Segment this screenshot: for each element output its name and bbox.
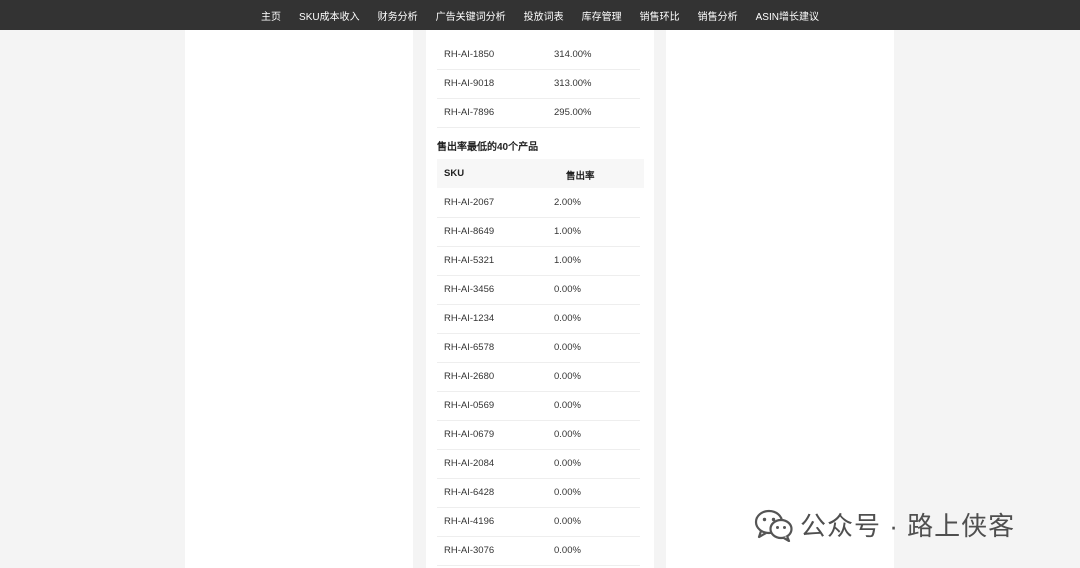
table-row: RH-AI-2084 0.00% [437,449,640,479]
rate-cell: 314.00% [554,49,592,60]
table-row: RH-AI-7896 295.00% [437,98,640,128]
right-panel [666,30,894,568]
nav-item-home[interactable]: 主页 [261,8,281,23]
table-row: RH-AI-0679 0.00% [437,420,640,450]
sku-cell: RH-AI-6578 [444,342,495,353]
rate-cell: 0.00% [554,371,581,382]
rate-cell: 0.00% [554,429,581,440]
nav-item-sales-mom[interactable]: 销售环比 [640,8,680,23]
table-row: RH-AI-6578 0.00% [437,333,640,363]
left-panel [185,30,413,568]
sku-cell: RH-AI-3076 [444,545,495,556]
watermark-text: 公众号 · 路上侠客 [800,511,1016,541]
table-row: RH-AI-2067 2.00% [437,188,640,218]
table-row: RH-AI-6428 0.00% [437,478,640,508]
nav-item-sales-analysis[interactable]: 销售分析 [698,8,738,23]
sku-cell: RH-AI-2680 [444,371,495,382]
sku-cell: RH-AI-8649 [444,226,495,237]
rate-cell: 0.00% [554,516,581,527]
rate-cell: 0.00% [554,284,581,295]
nav-item-inventory[interactable]: 库存管理 [582,8,622,23]
column-header-rate: 售出率 [566,171,595,182]
table-row: RH-AI-4196 0.00% [437,507,640,537]
top-navbar: 主页 SKU成本收入 财务分析 广告关键词分析 投放词表 库存管理 销售环比 销… [0,0,1080,30]
sku-cell: RH-AI-0679 [444,429,495,440]
sku-cell: RH-AI-1850 [444,49,495,60]
sku-cell: RH-AI-0569 [444,400,495,411]
rate-cell: 0.00% [554,487,581,498]
sku-cell: RH-AI-1234 [444,313,495,324]
table-row: RH-AI-8649 1.00% [437,217,640,247]
table-row: RH-AI-9018 313.00% [437,69,640,99]
sku-cell: RH-AI-3456 [444,284,495,295]
rate-cell: 0.00% [554,458,581,469]
rate-cell: 295.00% [554,107,592,118]
table-row: RH-AI-2680 0.00% [437,362,640,392]
rate-cell: 0.00% [554,313,581,324]
nav-item-financial-analysis[interactable]: 财务分析 [378,8,418,23]
sku-cell: RH-AI-2084 [444,458,495,469]
sku-cell: RH-AI-6428 [444,487,495,498]
nav-item-ad-keyword-analysis[interactable]: 广告关键词分析 [436,8,506,23]
sku-cell: RH-AI-5321 [444,255,495,266]
rate-cell: 313.00% [554,78,592,89]
table-row: RH-AI-3456 0.00% [437,275,640,305]
table-header: SKU 售出率 [437,159,644,188]
rate-cell: 0.00% [554,400,581,411]
rate-cell: 0.00% [554,342,581,353]
rate-cell: 2.00% [554,197,581,208]
wechat-icon [754,508,794,542]
sku-cell: RH-AI-2067 [444,197,495,208]
table-row: RH-AI-1850 314.00% [437,40,640,70]
rate-cell: 1.00% [554,226,581,237]
sku-cell: RH-AI-9018 [444,78,495,89]
table-row: RH-AI-1234 0.00% [437,304,640,334]
table-row: RH-AI-0569 0.00% [437,391,640,421]
nav-item-asin-growth[interactable]: ASIN增长建议 [756,8,819,23]
rate-cell: 1.00% [554,255,581,266]
sku-cell: RH-AI-7896 [444,107,495,118]
table-row: RH-AI-5321 1.00% [437,246,640,276]
nav-item-sku-cost-revenue[interactable]: SKU成本收入 [299,8,360,23]
watermark: 公众号 · 路上侠客 [754,506,1015,543]
column-header-sku: SKU [444,168,465,179]
table-row: RH-AI-3076 0.00% [437,536,640,566]
nav-item-placement-terms[interactable]: 投放词表 [524,8,564,23]
section-title-lowest: 售出率最低的40个产品 [437,142,539,153]
rate-cell: 0.00% [554,545,581,556]
sku-cell: RH-AI-4196 [444,516,495,527]
